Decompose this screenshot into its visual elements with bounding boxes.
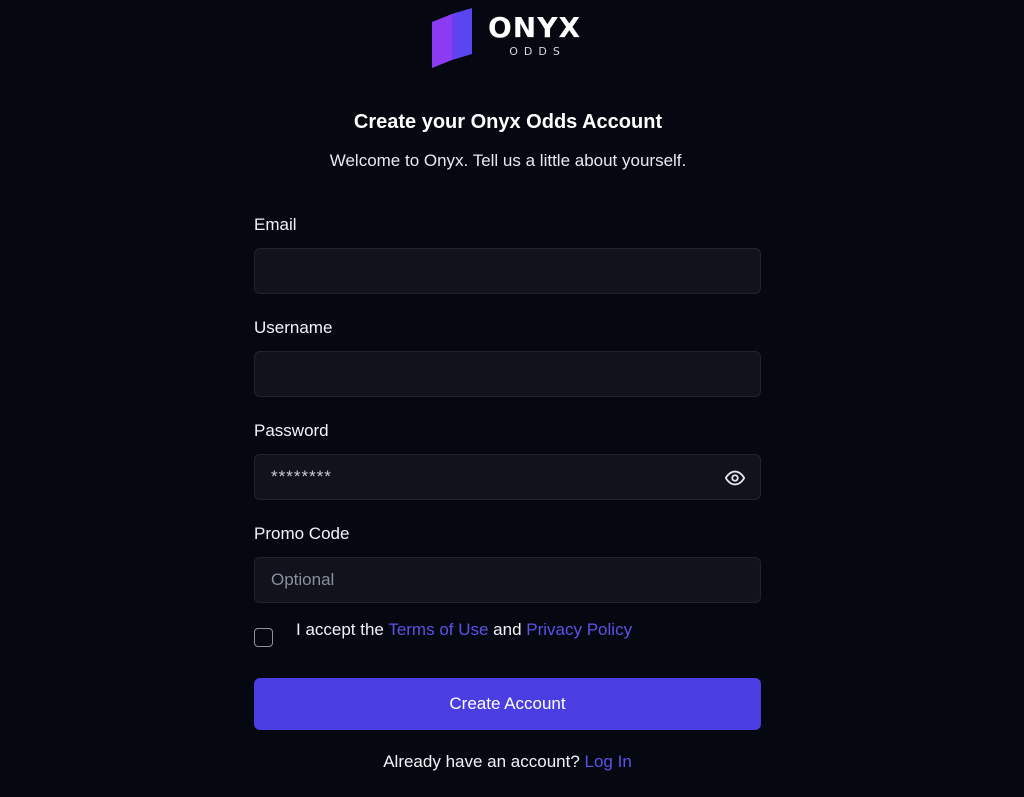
- username-field-wrapper: [254, 351, 761, 397]
- onyx-logo-icon: [432, 8, 472, 68]
- login-prompt-text: Already have an account?: [383, 752, 585, 771]
- brand-logo: ONYX ODDS: [430, 8, 581, 68]
- signup-page: ONYX ODDS Create your Onyx Odds Account …: [0, 0, 1024, 797]
- email-field-wrapper: [254, 248, 761, 294]
- brand-subname: ODDS: [509, 44, 566, 58]
- login-link[interactable]: Log In: [585, 752, 632, 771]
- username-group: Username: [254, 317, 761, 397]
- terms-prefix: I accept the: [296, 620, 389, 639]
- terms-checkbox[interactable]: [254, 628, 273, 647]
- signup-form: Email Username Password Promo Code: [254, 214, 761, 772]
- password-group: Password: [254, 420, 761, 500]
- promo-code-label: Promo Code: [254, 524, 350, 543]
- terms-text: I accept the Terms of Use and Privacy Po…: [296, 620, 632, 640]
- password-field-wrapper: [254, 454, 761, 500]
- terms-middle: and: [488, 620, 527, 639]
- username-field[interactable]: [255, 352, 760, 396]
- terms-of-use-link[interactable]: Terms of Use: [388, 620, 488, 639]
- brand-name: ONYX: [488, 10, 582, 44]
- privacy-policy-link[interactable]: Privacy Policy: [526, 620, 632, 639]
- password-label: Password: [254, 421, 329, 440]
- username-label: Username: [254, 318, 333, 337]
- create-account-button[interactable]: Create Account: [254, 678, 761, 730]
- email-label: Email: [254, 215, 297, 234]
- password-field[interactable]: [255, 455, 760, 499]
- login-prompt: Already have an account? Log In: [254, 752, 761, 772]
- page-title: Create your Onyx Odds Account: [353, 111, 663, 133]
- email-field[interactable]: [255, 249, 760, 293]
- promo-group: Promo Code: [254, 523, 761, 603]
- promo-code-field[interactable]: [255, 558, 760, 602]
- eye-icon[interactable]: [724, 467, 746, 489]
- page-subtitle: Welcome to Onyx. Tell us a little about …: [329, 151, 687, 170]
- email-group: Email: [254, 214, 761, 294]
- terms-row: I accept the Terms of Use and Privacy Po…: [254, 617, 761, 657]
- brand-wordmark: ONYX ODDS: [488, 10, 582, 59]
- promo-code-field-wrapper: [254, 557, 761, 603]
